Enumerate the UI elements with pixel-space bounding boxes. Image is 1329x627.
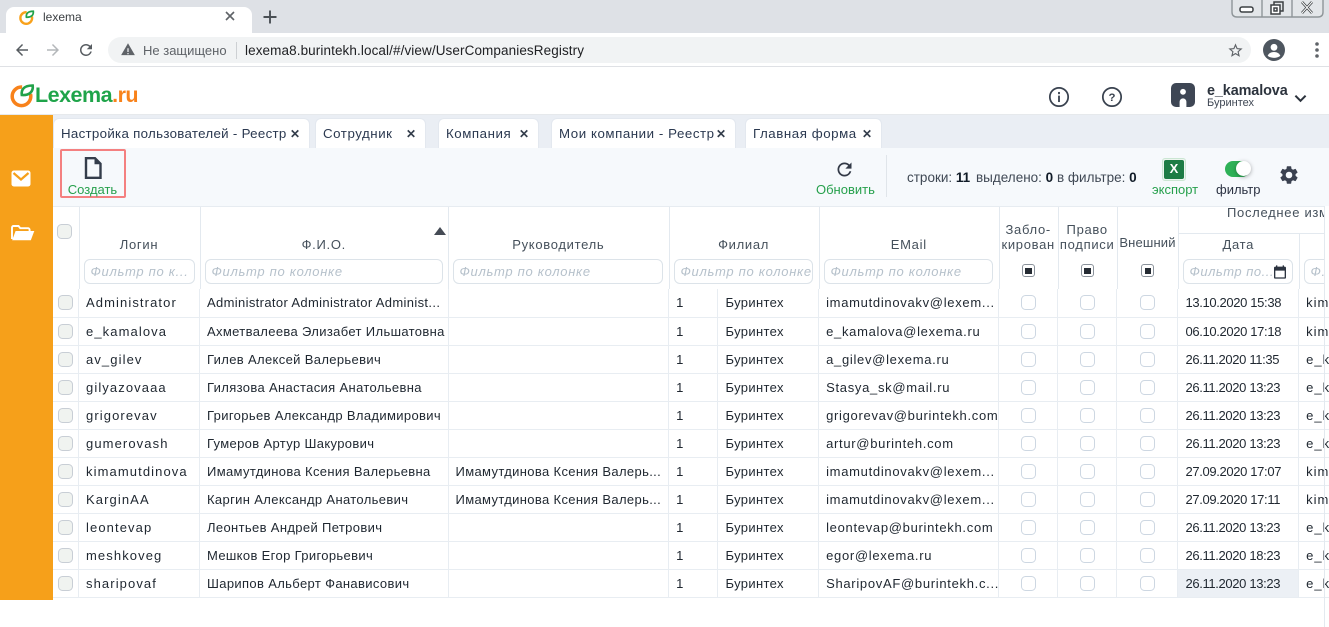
svg-text:?: ? (1109, 92, 1116, 104)
